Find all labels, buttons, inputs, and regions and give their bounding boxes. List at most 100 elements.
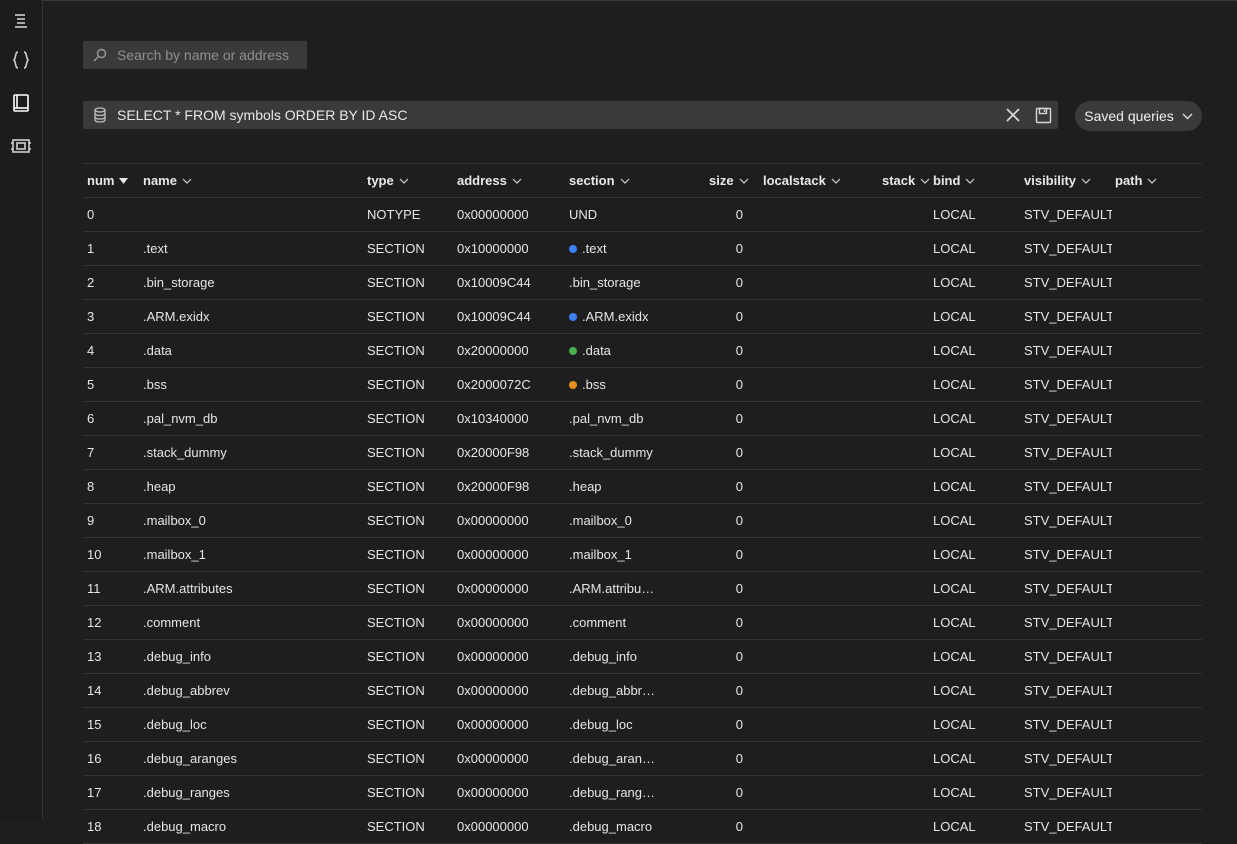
type-value: SECTION: [367, 445, 425, 460]
query-text[interactable]: SELECT * FROM symbols ORDER BY ID ASC: [117, 107, 998, 123]
name-value: .debug_abbrev: [143, 683, 230, 698]
table-row[interactable]: 16 .debug_aranges SECTION 0x00000000 .debug_…: [83, 742, 1202, 776]
column-header-size[interactable]: size: [709, 164, 765, 197]
num-value: 17: [87, 785, 102, 800]
column-header-name[interactable]: name: [143, 164, 361, 197]
visibility-value: STV_DEFAULT: [1024, 445, 1112, 460]
saved-queries-dropdown[interactable]: Saved queries: [1075, 101, 1202, 131]
name-value: .data: [143, 343, 172, 358]
column-header-path[interactable]: path: [1115, 164, 1195, 197]
bind-value: LOCAL: [933, 445, 976, 460]
table-row[interactable]: 8 .heap SECTION 0x20000F98 .heap 0 LOCAL STV_DE…: [83, 470, 1202, 504]
chevron-down-icon: [831, 178, 841, 184]
nav-json-button[interactable]: [7, 46, 35, 74]
cell-name: .ARM.attributes: [143, 572, 361, 605]
section-color-dot: [569, 312, 577, 321]
type-value: SECTION: [367, 343, 425, 358]
table-row[interactable]: 18 .debug_macro SECTION 0x00000000 .debug_ma…: [83, 810, 1202, 844]
column-header-localstack[interactable]: localstack: [763, 164, 875, 197]
cell-visibility: STV_DEFAULT: [1024, 572, 1112, 605]
nav-outline-button[interactable]: [7, 6, 35, 34]
chevron-down-icon: [1081, 178, 1091, 184]
address-value: 0x10000000: [457, 241, 529, 256]
table-row[interactable]: 10 .mailbox_1 SECTION 0x00000000 .mailbox_1 0…: [83, 538, 1202, 572]
table-row[interactable]: 4 .data SECTION 0x20000000 .data 0 LOCAL STV_DE…: [83, 334, 1202, 368]
table-row[interactable]: 9 .mailbox_0 SECTION 0x00000000 .mailbox_0 0 L…: [83, 504, 1202, 538]
bind-value: LOCAL: [933, 615, 976, 630]
table-row[interactable]: 3 .ARM.exidx SECTION 0x10009C44 .ARM.exidx 0 L…: [83, 300, 1202, 334]
cell-address: 0x00000000: [457, 606, 565, 639]
name-value: .debug_macro: [143, 819, 227, 834]
cell-stack: [882, 368, 934, 401]
chevron-down-icon: [182, 178, 192, 184]
column-header-visibility[interactable]: visibility: [1024, 164, 1112, 197]
table-row[interactable]: 0 NOTYPE 0x00000000 UND 0 LOCAL STV_DEFAULT: [83, 198, 1202, 232]
section-value: UND: [569, 207, 598, 222]
address-value: 0x20000F98: [457, 479, 530, 494]
table-row[interactable]: 17 .debug_ranges SECTION 0x00000000 .debug_r…: [83, 776, 1202, 810]
cell-address: 0x00000000: [457, 810, 565, 843]
cell-localstack: [763, 334, 875, 367]
cell-bind: LOCAL: [933, 436, 1019, 469]
cell-section: .ARM.exidx: [569, 300, 665, 333]
cell-name: .bss: [143, 368, 361, 401]
cell-localstack: [763, 470, 875, 503]
table-row[interactable]: 2 .bin_storage SECTION 0x10009C44 .bin_stora…: [83, 266, 1202, 300]
address-value: 0x10340000: [457, 411, 529, 426]
cell-section: .debug_info: [569, 640, 665, 673]
section-value: .ARM.exidx: [582, 309, 649, 324]
cell-num: 10: [87, 538, 137, 571]
cell-section: .stack_dummy: [569, 436, 665, 469]
bind-value: LOCAL: [933, 479, 976, 494]
table-row[interactable]: 14 .debug_abbrev SECTION 0x00000000 .debug_a…: [83, 674, 1202, 708]
cell-num: 15: [87, 708, 137, 741]
save-query-button[interactable]: [1028, 101, 1058, 129]
table-row[interactable]: 1 .text SECTION 0x10000000 .text 0 LOCAL STV_DE…: [83, 232, 1202, 266]
cell-section: .ARM.attribu…: [569, 572, 665, 605]
table-row[interactable]: 5 .bss SECTION 0x2000072C .bss 0 LOCAL STV_DEFA…: [83, 368, 1202, 402]
cell-size: 0: [687, 368, 743, 401]
cell-address: 0x20000F98: [457, 436, 565, 469]
section-color-dot: [569, 380, 577, 389]
search-input[interactable]: [117, 47, 297, 63]
cell-type: SECTION: [367, 470, 453, 503]
column-label: bind: [933, 173, 961, 188]
visibility-value: STV_DEFAULT: [1024, 309, 1112, 324]
cell-size: 0: [687, 232, 743, 265]
nav-memory-button[interactable]: [7, 132, 35, 160]
name-value: .debug_info: [143, 649, 211, 664]
num-value: 2: [87, 275, 95, 290]
cell-type: SECTION: [367, 708, 453, 741]
cell-visibility: STV_DEFAULT: [1024, 606, 1112, 639]
chevron-down-icon: [620, 178, 629, 184]
column-header-bind[interactable]: bind: [933, 164, 1019, 197]
cell-num: 0: [87, 198, 137, 231]
query-bar[interactable]: SELECT * FROM symbols ORDER BY ID ASC: [83, 101, 1058, 129]
cell-section: .comment: [569, 606, 665, 639]
size-value: 0: [735, 445, 743, 460]
cell-section: .mailbox_1: [569, 538, 665, 571]
cell-stack: [882, 436, 934, 469]
table-row[interactable]: 13 .debug_info SECTION 0x00000000 .debug_inf…: [83, 640, 1202, 674]
cell-bind: LOCAL: [933, 572, 1019, 605]
column-header-section[interactable]: section: [569, 164, 665, 197]
cell-section: .debug_loc: [569, 708, 665, 741]
column-header-stack[interactable]: stack: [882, 164, 934, 197]
size-value: 0: [735, 785, 743, 800]
column-header-address[interactable]: address: [457, 164, 565, 197]
cell-name: .bin_storage: [143, 266, 361, 299]
num-value: 4: [87, 343, 95, 358]
table-row[interactable]: 12 .comment SECTION 0x00000000 .comment 0 LOCA…: [83, 606, 1202, 640]
table-row[interactable]: 6 .pal_nvm_db SECTION 0x10340000 .pal_nvm_db…: [83, 402, 1202, 436]
column-header-type[interactable]: type: [367, 164, 453, 197]
table-row[interactable]: 11 .ARM.attributes SECTION 0x00000000 .ARM.a…: [83, 572, 1202, 606]
column-header-num[interactable]: num: [87, 164, 137, 197]
cell-address: 0x10000000: [457, 232, 565, 265]
table-row[interactable]: 7 .stack_dummy SECTION 0x20000F98 .stack_dum…: [83, 436, 1202, 470]
table-row[interactable]: 15 .debug_loc SECTION 0x00000000 .debug_loc 0…: [83, 708, 1202, 742]
nav-book-button[interactable]: [7, 89, 35, 117]
clear-query-button[interactable]: [998, 101, 1028, 129]
section-value: .ARM.attribu…: [569, 581, 655, 596]
bind-value: LOCAL: [933, 309, 976, 324]
bind-value: LOCAL: [933, 241, 976, 256]
